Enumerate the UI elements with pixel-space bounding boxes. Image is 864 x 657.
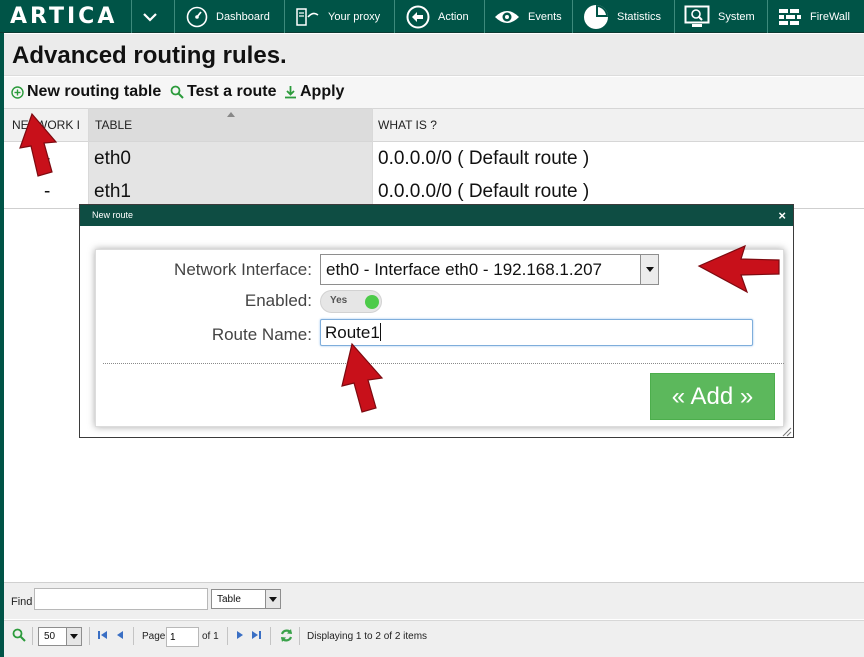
page-number-input[interactable]: 1 [166, 627, 199, 647]
eye-icon [495, 10, 519, 23]
caret-down-icon [269, 596, 277, 602]
annotation-arrow-icon [697, 244, 780, 294]
page-count: of 1 [202, 631, 219, 642]
nav-label: FireWall [810, 10, 850, 23]
last-page-icon[interactable] [250, 629, 262, 641]
select-value: Table [217, 593, 241, 605]
network-interface-label: Network Interface: [174, 260, 312, 279]
column-divider [88, 108, 89, 208]
dropdown-arrow [66, 628, 81, 645]
annotation-arrow-icon [19, 112, 58, 177]
page-size-select[interactable]: 50 [38, 627, 82, 646]
toggle-knob [365, 295, 379, 309]
cell-table: eth0 [89, 142, 372, 175]
nav-firewall[interactable]: FireWall [778, 0, 850, 33]
toolbar-label: Test a route [187, 83, 277, 100]
nav-label: Statistics [617, 10, 662, 23]
computer-monitor-icon [684, 5, 710, 27]
next-page-icon[interactable] [235, 629, 245, 641]
nav-menu-toggle[interactable] [143, 0, 165, 33]
nav-label: System [718, 10, 755, 23]
pager-separator [133, 627, 134, 645]
pager-separator [270, 627, 271, 645]
table-row[interactable]: - eth0 0.0.0.0/0 ( Default route ) [4, 142, 864, 175]
nav-label: Action [438, 10, 469, 23]
nav-action[interactable]: Action [406, 0, 469, 33]
artica-logo[interactable]: ARTICA [10, 4, 117, 30]
toggle-state-label: Yes [330, 295, 348, 306]
column-divider [372, 108, 373, 208]
nav-separator [394, 0, 395, 33]
previous-page-icon[interactable] [115, 629, 125, 641]
chevron-down-icon [143, 12, 157, 22]
find-input[interactable] [34, 588, 208, 610]
enabled-toggle[interactable]: Yes [320, 290, 382, 313]
toolbar-label: Apply [300, 83, 345, 100]
nav-label: Events [528, 10, 562, 23]
dialog-title: New route [92, 210, 134, 220]
pager-separator [227, 627, 228, 645]
displaying-status: Displaying 1 to 2 of 2 items [307, 631, 428, 642]
add-button[interactable]: « Add » [650, 373, 775, 420]
route-name-label: Route Name: [211, 325, 312, 344]
cell-what-is: 0.0.0.0/0 ( Default route ) [378, 148, 590, 169]
nav-statistics[interactable]: Statistics [583, 0, 661, 33]
nav-system[interactable]: System [684, 0, 755, 33]
plus-circle-icon [11, 85, 24, 99]
firewall-bricks-icon [779, 8, 801, 25]
nav-label: Dashboard [216, 10, 270, 23]
page-title: Advanced routing rules. [12, 42, 287, 69]
dialog-header[interactable]: New route × [80, 205, 793, 226]
nav-separator [674, 0, 675, 33]
toolbar-label: New routing table [27, 83, 162, 100]
search-icon [170, 85, 184, 99]
page-label: Page [142, 631, 166, 642]
sort-ascending-icon [227, 112, 235, 117]
proxy-server-icon [296, 7, 319, 26]
pager-separator [89, 627, 90, 645]
form-divider [103, 363, 784, 364]
nav-dashboard[interactable]: Dashboard [186, 0, 270, 33]
select-value: eth0 - Interface eth0 - 192.168.1.207 [326, 260, 602, 279]
dropdown-arrow [640, 255, 658, 284]
nav-events[interactable]: Events [494, 0, 562, 33]
dropdown-arrow [265, 590, 280, 608]
nav-separator [484, 0, 485, 33]
text-cursor [379, 323, 381, 341]
nav-separator [174, 0, 175, 33]
pie-chart-icon [584, 4, 608, 29]
nav-separator [767, 0, 768, 33]
pager-separator [32, 627, 33, 645]
pager-separator [299, 627, 300, 645]
nav-label: Your proxy [328, 10, 381, 23]
new-routing-table-button[interactable]: New routing table [11, 82, 161, 102]
speedometer-icon [186, 6, 208, 27]
close-button[interactable]: × [778, 205, 786, 226]
apply-button[interactable]: Apply [284, 82, 344, 102]
test-route-button[interactable]: Test a route [170, 82, 277, 102]
network-interface-select[interactable]: eth0 - Interface eth0 - 192.168.1.207 [320, 254, 659, 285]
nav-separator [131, 0, 132, 33]
top-navigation-bar: ARTICA Dashboard Your proxy Action Event… [0, 0, 864, 33]
resize-grip-icon[interactable] [780, 425, 792, 437]
annotation-arrow-icon [341, 342, 384, 413]
nav-separator [284, 0, 285, 33]
back-arrow-circle-icon [406, 5, 430, 28]
caret-down-icon [70, 634, 78, 639]
caret-down-icon [645, 267, 654, 272]
search-icon[interactable] [12, 628, 26, 642]
first-page-icon[interactable] [97, 629, 109, 641]
column-header-what-is[interactable]: WHAT IS ? [372, 108, 852, 142]
enabled-label: Enabled: [244, 291, 312, 310]
find-field-select[interactable]: Table [211, 589, 281, 609]
download-icon [285, 86, 296, 99]
find-label: Find [11, 596, 33, 608]
nav-separator [572, 0, 573, 33]
refresh-icon[interactable] [279, 628, 294, 643]
select-value: 50 [44, 631, 56, 642]
nav-your-proxy[interactable]: Your proxy [296, 0, 380, 33]
